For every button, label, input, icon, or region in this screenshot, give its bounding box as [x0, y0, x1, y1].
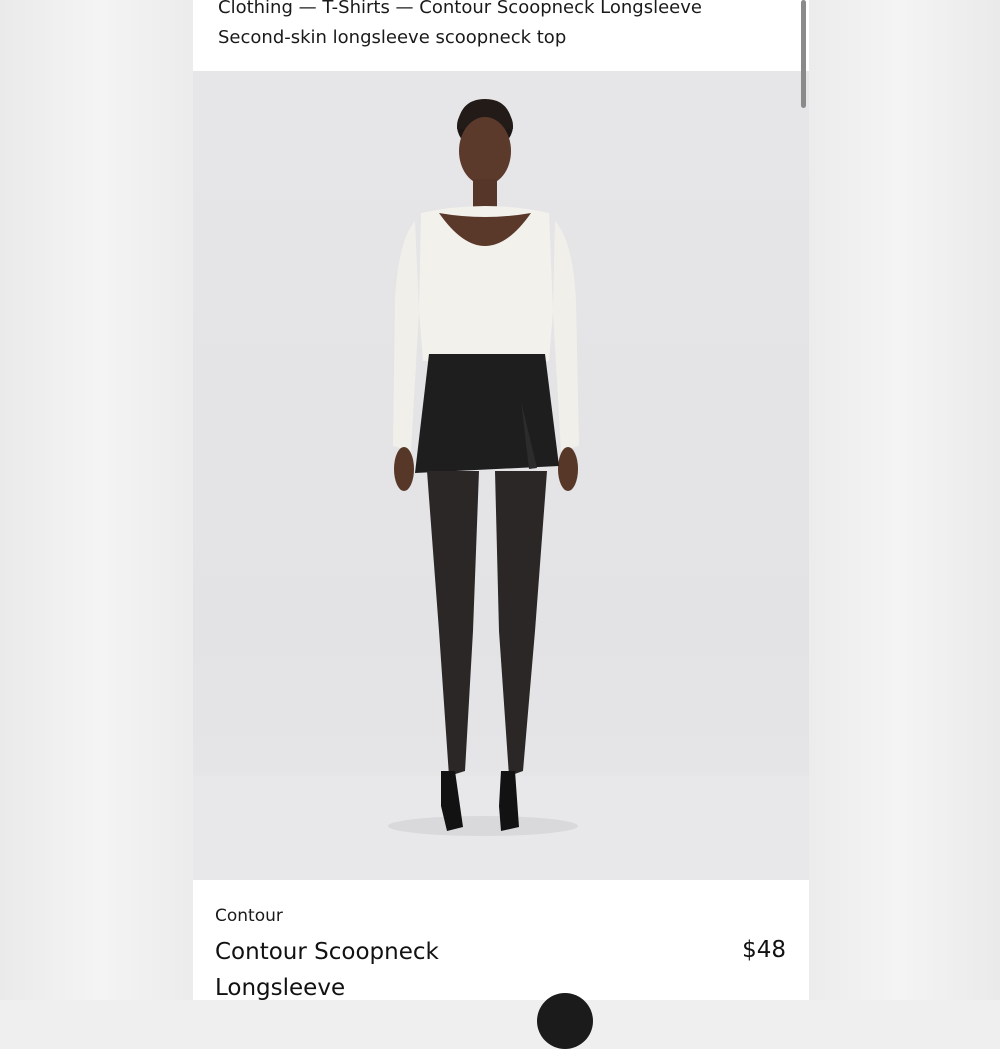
product-info: Contour Contour Scoopneck Longsleeve $48	[193, 880, 809, 1000]
breadcrumb[interactable]: Clothing — T-Shirts — Contour Scoopneck …	[218, 0, 702, 18]
page-header: Clothing — T-Shirts — Contour Scoopneck …	[193, 0, 809, 71]
product-page[interactable]: Clothing — T-Shirts — Contour Scoopneck …	[193, 0, 809, 1000]
product-title[interactable]: Contour Scoopneck Longsleeve	[215, 934, 545, 1000]
product-brand[interactable]: Contour	[215, 906, 283, 926]
floating-action-button[interactable]	[537, 993, 593, 1049]
product-tagline: Second-skin longsleeve scoopneck top	[218, 27, 567, 48]
product-price: $48	[742, 937, 786, 963]
product-photo-illustration	[193, 99, 809, 880]
scrollbar-thumb[interactable]	[801, 0, 806, 108]
product-image[interactable]	[193, 71, 809, 880]
scrollbar[interactable]	[798, 0, 809, 880]
